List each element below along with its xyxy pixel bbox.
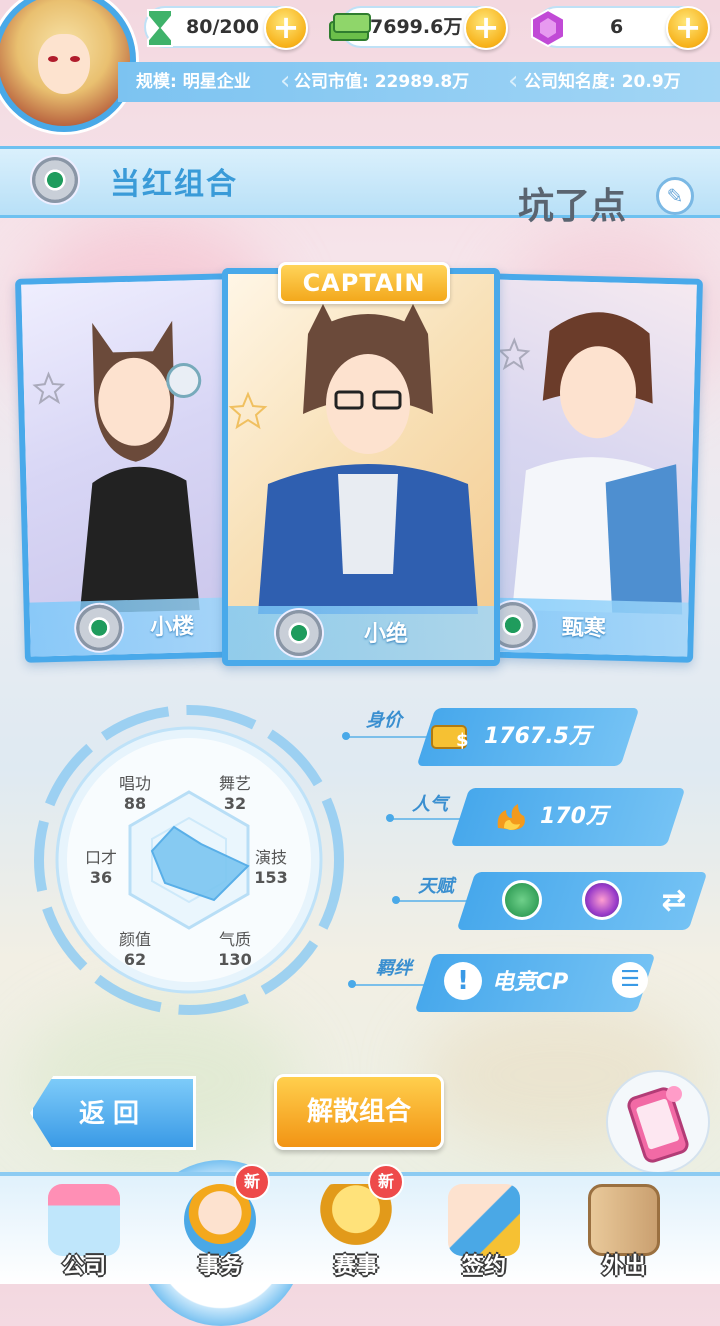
avatar-eye bbox=[48, 56, 58, 62]
avatar-face bbox=[38, 34, 90, 94]
bottom-nav: 公司 事务 赛事 签约 外出 bbox=[0, 1172, 720, 1284]
company-fame: 公司知名度: 20.9万 bbox=[524, 72, 681, 92]
stat-looks: 颜值 62 bbox=[118, 930, 151, 969]
swap-icon[interactable]: ⇄ bbox=[654, 882, 694, 922]
member-name: 甄寒 bbox=[561, 615, 607, 642]
cash-stack-icon bbox=[328, 6, 372, 50]
list-icon[interactable]: ☰ bbox=[612, 962, 648, 998]
nav-label: 事务 bbox=[197, 1254, 242, 1279]
stat-temperament: 气质 130 bbox=[218, 930, 252, 969]
stamina-value: 80/200 bbox=[186, 16, 260, 38]
dot bbox=[348, 980, 356, 988]
money-box: 7699.6万 + bbox=[329, 6, 508, 50]
fire-icon bbox=[494, 802, 528, 832]
stat-acting: 演技 153 bbox=[254, 848, 288, 887]
member-card-right[interactable]: 甄寒 bbox=[475, 273, 703, 663]
money-value: 7699.6万 bbox=[370, 16, 463, 38]
member-namebar: 小楼 bbox=[29, 597, 235, 657]
member-card-captain[interactable]: 小绝 bbox=[222, 268, 500, 666]
talent-money-icon[interactable] bbox=[502, 880, 542, 920]
member-name: 小楼 bbox=[149, 614, 195, 641]
phone-button[interactable] bbox=[606, 1070, 710, 1174]
phone-icon bbox=[627, 1086, 689, 1163]
bond-label: 羁绊 bbox=[376, 958, 412, 979]
separator: ‹ bbox=[508, 66, 519, 96]
contract-hand-icon bbox=[448, 1184, 520, 1256]
edit-name-button[interactable]: ✎ bbox=[656, 177, 694, 215]
dot bbox=[386, 814, 394, 822]
worth-value: 1767.5万 bbox=[484, 724, 591, 749]
add-stamina-button[interactable]: + bbox=[264, 6, 308, 50]
divider bbox=[348, 736, 428, 738]
nav-label: 公司 bbox=[61, 1254, 106, 1279]
gems-box: 6 + bbox=[531, 6, 710, 50]
stamina-box: 80/200 + bbox=[144, 6, 308, 50]
captain-badge: CAPTAIN bbox=[278, 262, 450, 304]
group-header: 当红组合 坑了点 ✎ bbox=[0, 146, 720, 227]
company-stats-bar: 规模: 明星企业 ‹ 公司市值: 22989.8万 ‹ 公司知名度: 20.9万 bbox=[118, 62, 720, 102]
group-emblem-icon bbox=[32, 157, 78, 203]
divider bbox=[354, 984, 424, 986]
member-rank-icon bbox=[276, 610, 322, 656]
avatar-eye bbox=[70, 56, 80, 62]
stat-singing: 唱功 88 bbox=[118, 774, 151, 813]
worth-label: 身价 bbox=[366, 710, 402, 731]
nav-label: 签约 bbox=[461, 1254, 506, 1279]
top-bar: 80/200 + 7699.6万 + 6 + 规模: 明星企业 ‹ 公司市值: … bbox=[0, 0, 720, 132]
separator: ‹ bbox=[280, 66, 291, 96]
alert-icon: ! bbox=[444, 962, 482, 1000]
nav-label: 外出 bbox=[601, 1254, 646, 1279]
worth-icon: $ bbox=[430, 720, 474, 752]
stat-dance: 舞艺 32 bbox=[218, 774, 251, 813]
stat-eloquence: 口才 36 bbox=[84, 848, 117, 887]
member-namebar: 小绝 bbox=[228, 606, 494, 660]
nav-company[interactable]: 公司 bbox=[24, 1176, 144, 1284]
member-card-left[interactable]: 小楼 bbox=[15, 273, 241, 663]
door-icon bbox=[588, 1184, 660, 1256]
member-namebar: 甄寒 bbox=[481, 597, 689, 657]
company-scale: 规模: 明星企业 bbox=[136, 72, 251, 92]
svg-text:$: $ bbox=[456, 730, 469, 751]
popularity-label: 人气 bbox=[412, 794, 448, 815]
nav-outing[interactable]: 外出 bbox=[564, 1176, 684, 1284]
talent-label: 天赋 bbox=[418, 876, 454, 897]
dot bbox=[392, 896, 400, 904]
group-title: 当红组合 bbox=[110, 167, 238, 202]
popularity-value: 170万 bbox=[540, 804, 608, 829]
new-badge-affairs: 新 bbox=[234, 1164, 270, 1200]
new-badge-events: 新 bbox=[368, 1164, 404, 1200]
dot bbox=[342, 732, 350, 740]
nav-sign[interactable]: 签约 bbox=[424, 1176, 544, 1284]
gem-icon bbox=[526, 6, 570, 50]
back-button[interactable]: 返回 bbox=[30, 1076, 196, 1150]
company-market-value: 公司市值: 22989.8万 bbox=[294, 72, 470, 92]
disband-group-button[interactable]: 解散组合 bbox=[274, 1074, 444, 1150]
member-name: 小绝 bbox=[364, 622, 409, 647]
company-building-icon bbox=[48, 1184, 120, 1256]
add-money-button[interactable]: + bbox=[464, 6, 508, 50]
member-portrait bbox=[228, 274, 494, 660]
talent-orb-icon[interactable] bbox=[582, 880, 622, 920]
nav-label: 赛事 bbox=[333, 1254, 378, 1279]
hourglass-icon bbox=[138, 6, 182, 50]
player-avatar[interactable] bbox=[0, 0, 136, 132]
member-rank-icon bbox=[75, 604, 123, 652]
gems-value: 6 bbox=[610, 16, 624, 38]
group-name: 坑了点 bbox=[518, 186, 627, 227]
add-gems-button[interactable]: + bbox=[666, 6, 710, 50]
bond-value: 电竞CP bbox=[492, 970, 569, 995]
attribute-radar: 唱功 88 舞艺 32 演技 153 气质 130 颜值 62 口才 36 bbox=[14, 700, 364, 1020]
